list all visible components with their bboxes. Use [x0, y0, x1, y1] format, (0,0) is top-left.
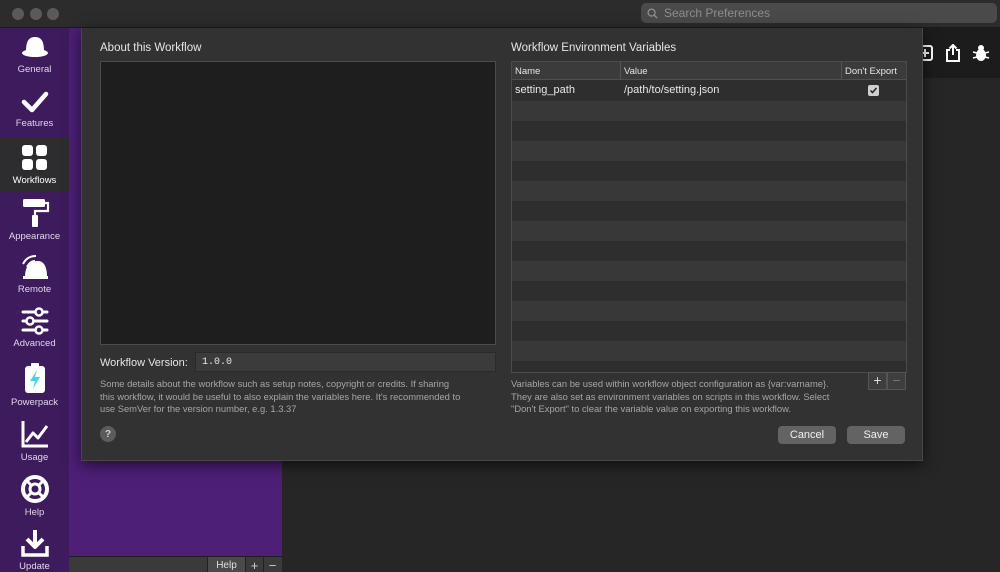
- save-button[interactable]: Save: [847, 426, 905, 444]
- about-note-line: use SemVer for the version number, e.g. …: [100, 403, 297, 414]
- preferences-sidebar: General Features Workflows Appearance Re…: [0, 28, 69, 572]
- nav-item-powerpack[interactable]: Powerpack: [0, 355, 69, 412]
- table-row: [512, 141, 906, 161]
- variable-value-cell[interactable]: /path/to/setting.json: [624, 84, 719, 96]
- close-window-button[interactable]: [12, 8, 24, 20]
- nav-item-remote[interactable]: Remote: [0, 246, 69, 300]
- about-workflow-note: Some details about the workflow such as …: [100, 378, 500, 416]
- table-row: [512, 201, 906, 221]
- search-preferences-input[interactable]: Search Preferences: [641, 3, 997, 23]
- about-note-line: Some details about the workflow such as …: [100, 378, 450, 389]
- table-row: [512, 221, 906, 241]
- nav-label-appearance: Appearance: [8, 231, 61, 242]
- nav-item-workflows[interactable]: Workflows: [0, 137, 69, 191]
- nav-label-general: General: [17, 64, 52, 75]
- remove-workflow-button[interactable]: −: [263, 557, 281, 572]
- workflow-version-input[interactable]: 1.0.0: [195, 352, 496, 372]
- env-variables-note: Variables can be used within workflow ob…: [511, 378, 911, 416]
- about-note-line: this workflow, it would be useful to als…: [100, 390, 461, 402]
- share-icon[interactable]: [945, 44, 961, 62]
- nav-label-features: Features: [15, 118, 54, 129]
- sliders-icon: [21, 307, 48, 335]
- cancel-button[interactable]: Cancel: [778, 426, 836, 444]
- remote-icon: [21, 255, 48, 279]
- nav-item-appearance[interactable]: Appearance: [0, 191, 69, 245]
- nav-item-usage[interactable]: Usage: [0, 412, 69, 466]
- grid-icon: [21, 145, 47, 170]
- nav-item-general[interactable]: General: [0, 28, 69, 82]
- dont-export-checkbox[interactable]: [868, 85, 879, 96]
- table-row: [512, 361, 906, 372]
- table-row: [512, 241, 906, 261]
- nav-label-advanced: Advanced: [13, 338, 56, 349]
- checkmark-icon: [21, 91, 48, 113]
- add-object-icon[interactable]: [922, 45, 934, 61]
- table-row: [512, 341, 906, 361]
- workflow-configuration-dialog: About this Workflow Workflow Version: 1.…: [81, 28, 923, 461]
- env-note-line: They are also set as environment variabl…: [511, 390, 830, 402]
- table-row: [512, 181, 906, 201]
- lifebuoy-icon: [20, 475, 49, 503]
- table-row[interactable]: setting_path /path/to/setting.json: [512, 81, 906, 101]
- search-placeholder: Search Preferences: [664, 6, 771, 20]
- nav-item-advanced[interactable]: Advanced: [0, 300, 69, 354]
- variable-name-cell[interactable]: setting_path: [515, 84, 575, 96]
- nav-item-features[interactable]: Features: [0, 82, 69, 136]
- env-variables-heading: Workflow Environment Variables: [511, 42, 677, 54]
- add-workflow-button[interactable]: +: [245, 557, 263, 572]
- workflow-version-label: Workflow Version:: [100, 357, 188, 369]
- hat-icon: [21, 37, 48, 57]
- env-note-line: Variables can be used within workflow ob…: [511, 378, 829, 389]
- paint-roller-icon: [22, 199, 49, 227]
- nav-label-help: Help: [24, 507, 45, 518]
- battery-bolt-icon: [24, 363, 45, 393]
- nav-label-update: Update: [19, 561, 50, 572]
- about-workflow-heading: About this Workflow: [100, 42, 202, 54]
- nav-label-powerpack: Powerpack: [11, 397, 58, 408]
- table-row: [512, 161, 906, 181]
- table-row: [512, 301, 906, 321]
- zoom-window-button[interactable]: [47, 8, 59, 20]
- title-bar: Search Preferences: [0, 0, 1000, 28]
- line-chart-icon: [21, 421, 48, 448]
- nav-item-update[interactable]: Update: [0, 521, 69, 572]
- column-header-dont-export[interactable]: Don't Export: [841, 62, 897, 80]
- table-row: [512, 281, 906, 301]
- checkmark-icon: [869, 87, 878, 94]
- env-note-line: "Don't Export" to clear the variable val…: [511, 403, 791, 414]
- search-icon: [647, 7, 658, 19]
- download-icon: [20, 530, 49, 557]
- workflow-toolbar: [922, 28, 1000, 78]
- nav-label-workflows: Workflows: [12, 175, 57, 186]
- table-row: [512, 121, 906, 141]
- nav-item-help[interactable]: Help: [0, 467, 69, 521]
- table-row: [512, 321, 906, 341]
- table-row: [512, 261, 906, 281]
- table-row: [512, 101, 906, 121]
- minimize-window-button[interactable]: [30, 8, 42, 20]
- nav-label-usage: Usage: [20, 452, 49, 463]
- workflow-help-button[interactable]: Help: [207, 557, 245, 572]
- env-variables-table[interactable]: Name Value Don't Export setting_path /pa…: [511, 61, 907, 373]
- debug-bug-icon[interactable]: [972, 44, 990, 62]
- column-header-value[interactable]: Value: [620, 62, 841, 80]
- column-header-name[interactable]: Name: [512, 62, 540, 80]
- table-header: Name Value Don't Export: [512, 62, 906, 80]
- workflow-list-footer: Help + −: [69, 556, 282, 572]
- about-workflow-textarea[interactable]: [100, 61, 496, 345]
- nav-label-remote: Remote: [17, 284, 52, 295]
- dialog-help-button[interactable]: ?: [100, 426, 116, 442]
